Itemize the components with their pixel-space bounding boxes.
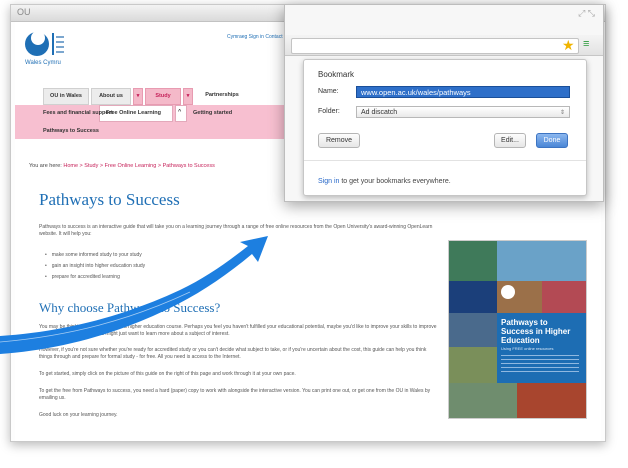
screenshot: OU Wales Cymru Cymraeg Sign in Contact u… <box>0 0 628 468</box>
pointer-arrow-icon <box>0 236 268 354</box>
